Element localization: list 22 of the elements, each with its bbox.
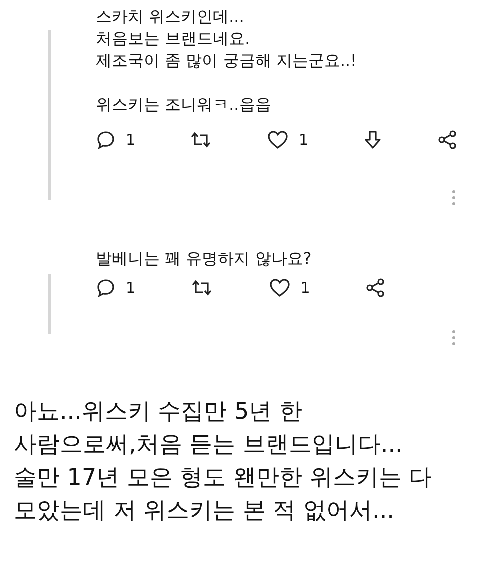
caption-text: 술만 17년 모은 형도 왠만한 위스키는 다 [14, 464, 434, 493]
caption-text: 모았는데 저 위스키는 본 적 없어서... [14, 497, 396, 526]
caption-text: 사람으로써,처음 듣는 브랜드입니다... [14, 431, 404, 460]
share-icon[interactable] [438, 130, 458, 150]
retweet-icon[interactable] [190, 131, 212, 149]
comment-icon[interactable] [96, 130, 116, 150]
caption-text: 아뇨...위스키 수집만 5년 한 [14, 398, 304, 427]
reply-text: 발베니는 꽤 유명하지 않나요? [96, 249, 312, 268]
action-count: 1 [126, 279, 136, 297]
comment-icon[interactable] [96, 278, 116, 298]
heart-icon[interactable] [268, 278, 291, 298]
reply-text: 처음보는 브랜드네요. [96, 29, 250, 48]
action-count: 1 [300, 279, 310, 297]
heart-icon[interactable] [266, 130, 289, 150]
reply-text: 위스키는 조니워ㅋ..읍읍 [96, 95, 272, 114]
reply-text: 스카치 위스키인데... [96, 7, 244, 26]
action-count: 1 [298, 131, 309, 149]
share-icon[interactable] [366, 278, 386, 298]
reply-text: 제조국이 좀 많이 궁금해 지는군요..! [96, 51, 357, 70]
download-icon[interactable] [363, 130, 384, 150]
retweet-icon[interactable] [191, 279, 214, 297]
action-count: 1 [126, 131, 136, 149]
